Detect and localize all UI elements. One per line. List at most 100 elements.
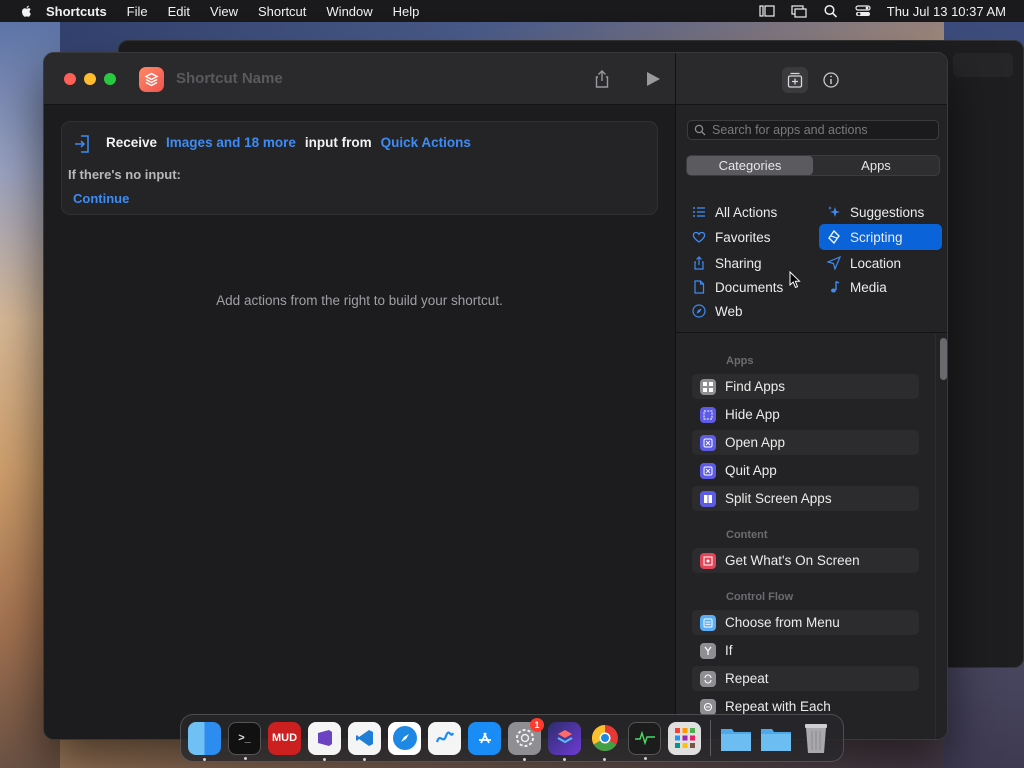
- action-get-whats-on-screen[interactable]: Get What's On Screen: [692, 548, 919, 573]
- no-input-action-picker[interactable]: Continue: [73, 191, 129, 206]
- share-icon[interactable]: [592, 69, 612, 89]
- dock-finder-icon[interactable]: [188, 721, 221, 761]
- action-open-app[interactable]: Open App: [692, 430, 919, 455]
- notification-badge: 1: [530, 717, 544, 732]
- dock-safari-icon[interactable]: [388, 721, 421, 755]
- menu-view[interactable]: View: [210, 4, 238, 19]
- action-if[interactable]: If: [692, 638, 919, 663]
- document-icon: [694, 280, 705, 294]
- editor-canvas[interactable]: Receive Images and 18 more input from Qu…: [44, 106, 675, 739]
- shortcut-details-button[interactable]: [818, 67, 844, 93]
- section-header-content: Content: [726, 529, 768, 541]
- dock-mud-icon[interactable]: MUD: [268, 721, 301, 755]
- category-label: Location: [850, 255, 902, 271]
- menu-window[interactable]: Window: [326, 4, 372, 19]
- dock-chrome-icon[interactable]: [588, 722, 621, 761]
- category-media[interactable]: Media: [821, 275, 942, 299]
- dock-folder-icon[interactable]: [719, 722, 752, 755]
- dock-downloads-folder-icon[interactable]: [759, 722, 792, 755]
- action-quit-app[interactable]: Quit App: [692, 458, 919, 483]
- repeat-icon: [700, 670, 716, 687]
- category-location[interactable]: Location: [821, 251, 942, 275]
- repeat-each-icon: [700, 698, 716, 715]
- minimize-button[interactable]: [84, 73, 96, 85]
- action-search-field[interactable]: [687, 120, 939, 140]
- dock-terminal-icon[interactable]: >_: [228, 721, 261, 760]
- action-label: Get What's On Screen: [725, 553, 860, 568]
- dock-system-settings-icon[interactable]: 1: [508, 717, 544, 761]
- tab-apps[interactable]: Apps: [813, 156, 939, 175]
- screen-mirroring-icon[interactable]: [791, 4, 807, 18]
- library-add-icon: [787, 72, 803, 88]
- open-app-icon: [700, 434, 716, 451]
- menu-file[interactable]: File: [127, 4, 148, 19]
- category-web[interactable]: Web: [692, 299, 812, 323]
- stage-manager-icon[interactable]: [759, 4, 775, 18]
- input-types-picker[interactable]: Images and 18 more: [166, 135, 296, 150]
- shortcut-name-field[interactable]: Shortcut Name: [176, 70, 283, 87]
- shortcut-glyph-icon[interactable]: [139, 67, 164, 92]
- action-label: Find Apps: [725, 379, 786, 394]
- empty-editor-hint: Add actions from the right to build your…: [216, 293, 503, 308]
- dock-mud-label: MUD: [271, 732, 298, 744]
- shortcut-editor-window: Shortcut Name Receive Images and 18 more…: [43, 52, 948, 740]
- menu-shortcut[interactable]: Shortcut: [258, 4, 306, 19]
- dock-separator: [710, 720, 711, 756]
- dock-activity-monitor-icon[interactable]: [628, 721, 661, 760]
- category-all-actions[interactable]: All Actions: [692, 200, 812, 224]
- menu-edit[interactable]: Edit: [168, 4, 190, 19]
- category-label: Sharing: [715, 255, 762, 271]
- run-play-icon[interactable]: [643, 69, 663, 89]
- category-label: All Actions: [715, 204, 778, 220]
- location-arrow-icon: [827, 256, 841, 270]
- spotlight-search-icon[interactable]: [823, 4, 839, 18]
- action-library-sidebar: Categories Apps All Actions Favorites Sh…: [675, 53, 947, 739]
- dock-shortcuts-icon[interactable]: [548, 721, 581, 761]
- action-split-screen-apps[interactable]: Split Screen Apps: [692, 486, 919, 511]
- receive-row: Receive Images and 18 more input from Qu…: [106, 135, 471, 150]
- category-suggestions[interactable]: Suggestions: [821, 200, 942, 224]
- info-icon: [823, 72, 839, 88]
- menu-app-name[interactable]: Shortcuts: [46, 4, 107, 19]
- compass-icon: [692, 304, 706, 318]
- dock-app-store-icon[interactable]: [468, 721, 501, 755]
- action-repeat[interactable]: Repeat: [692, 666, 919, 691]
- title-bar: Shortcut Name: [44, 53, 675, 105]
- action-label: Hide App: [725, 407, 780, 422]
- search-input[interactable]: [712, 123, 932, 137]
- music-note-icon: [831, 280, 840, 293]
- category-grid: All Actions Favorites Sharing Documents …: [676, 188, 947, 333]
- control-center-icon[interactable]: [855, 4, 871, 18]
- apple-menu-icon[interactable]: [20, 4, 34, 18]
- action-choose-from-menu[interactable]: Choose from Menu: [692, 610, 919, 635]
- category-label: Documents: [715, 279, 784, 295]
- action-hide-app[interactable]: Hide App: [692, 402, 919, 427]
- action-label: Repeat: [725, 671, 769, 686]
- scripting-icon: [828, 230, 840, 244]
- dock-trash-icon[interactable]: [799, 722, 832, 755]
- action-list[interactable]: Apps Find Apps Hide App Open App Quit Ap…: [676, 334, 947, 739]
- zoom-button[interactable]: [104, 73, 116, 85]
- dock-launchpad-icon[interactable]: [668, 721, 701, 755]
- action-label: Split Screen Apps: [725, 491, 832, 506]
- sidebar-toolbar: [676, 53, 947, 105]
- dock-vscode-icon[interactable]: [348, 721, 381, 761]
- input-source-picker[interactable]: Quick Actions: [381, 135, 471, 150]
- tab-categories[interactable]: Categories: [687, 156, 813, 175]
- action-library-button[interactable]: [782, 67, 808, 93]
- category-favorites[interactable]: Favorites: [692, 225, 812, 249]
- menu-list-icon: [700, 614, 716, 631]
- scrollbar-thumb[interactable]: [940, 338, 947, 380]
- action-label: Quit App: [725, 463, 777, 478]
- heart-icon: [692, 231, 706, 243]
- action-list-scrollbar[interactable]: [935, 334, 947, 739]
- close-button[interactable]: [64, 73, 76, 85]
- dock-visual-studio-icon[interactable]: [308, 721, 341, 761]
- menu-help[interactable]: Help: [393, 4, 420, 19]
- action-find-apps[interactable]: Find Apps: [692, 374, 919, 399]
- screen-capture-icon: [700, 552, 716, 569]
- category-label: Scripting: [850, 229, 903, 245]
- dock-freeform-icon[interactable]: [428, 721, 461, 755]
- category-scripting[interactable]: Scripting: [819, 224, 942, 250]
- menu-clock[interactable]: Thu Jul 13 10:37 AM: [887, 4, 1006, 19]
